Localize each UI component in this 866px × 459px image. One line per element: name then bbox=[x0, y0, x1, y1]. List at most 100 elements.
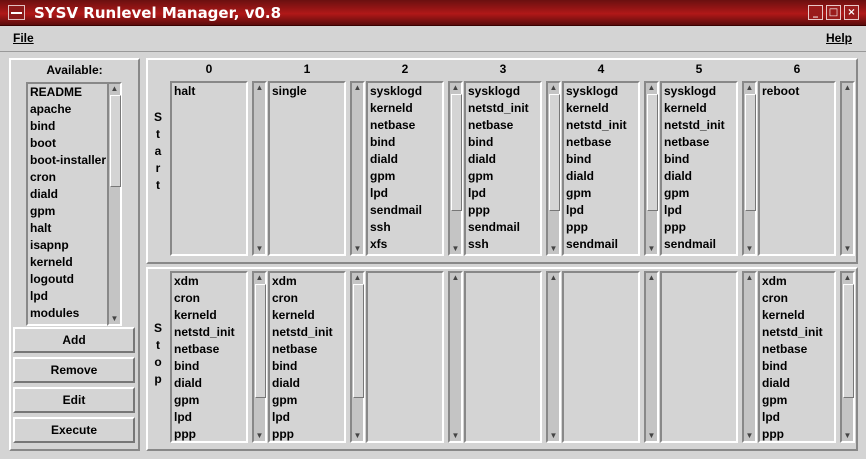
start-item[interactable]: netbase bbox=[468, 117, 538, 134]
stop-item[interactable]: lpd bbox=[272, 409, 342, 426]
start-item[interactable]: reboot bbox=[762, 83, 832, 100]
start-item[interactable]: kerneld bbox=[370, 100, 440, 117]
start-item[interactable]: diald bbox=[370, 151, 440, 168]
stop-item[interactable]: diald bbox=[762, 375, 832, 392]
stop-item[interactable]: netstd_init bbox=[762, 324, 832, 341]
start-list-runlevel-1[interactable]: single bbox=[268, 81, 346, 256]
scroll-up-icon[interactable]: ▲ bbox=[745, 83, 754, 93]
scroll-down-icon[interactable]: ▼ bbox=[745, 244, 754, 254]
stop-item[interactable]: diald bbox=[272, 375, 342, 392]
stop-list-runlevel-6[interactable]: xdm cron kerneld netstd_init netbase bind dial… bbox=[758, 271, 836, 443]
stop-scrollbar-runlevel-0[interactable]: ▲ ▼ bbox=[252, 271, 267, 443]
start-item[interactable]: kerneld bbox=[566, 100, 636, 117]
stop-item[interactable]: cron bbox=[762, 290, 832, 307]
scroll-up-icon[interactable]: ▲ bbox=[255, 83, 264, 93]
start-item[interactable]: kerneld bbox=[664, 100, 734, 117]
menu-file[interactable]: File bbox=[13, 31, 34, 45]
add-button[interactable]: Add bbox=[13, 327, 135, 353]
stop-item[interactable]: lpd bbox=[762, 409, 832, 426]
start-item[interactable]: lpd bbox=[566, 202, 636, 219]
available-scrollbar[interactable]: ▲ ▼ bbox=[107, 82, 122, 326]
stop-scrollbar-runlevel-3[interactable]: ▲ ▼ bbox=[546, 271, 561, 443]
start-item[interactable]: diald bbox=[664, 168, 734, 185]
stop-item[interactable]: bind bbox=[174, 358, 244, 375]
scroll-thumb[interactable] bbox=[745, 94, 756, 211]
scroll-down-icon[interactable]: ▼ bbox=[549, 431, 558, 441]
start-item[interactable]: sendmail bbox=[566, 236, 636, 253]
scroll-up-icon[interactable]: ▲ bbox=[647, 273, 656, 283]
start-item[interactable]: single bbox=[272, 83, 342, 100]
stop-item[interactable]: kerneld bbox=[272, 307, 342, 324]
start-item[interactable]: gpm bbox=[566, 185, 636, 202]
start-list-runlevel-6[interactable]: reboot bbox=[758, 81, 836, 256]
start-item[interactable]: netbase bbox=[370, 117, 440, 134]
available-item[interactable]: isapnp bbox=[30, 237, 114, 254]
stop-item[interactable]: xdm bbox=[762, 273, 832, 290]
stop-item[interactable]: ppp bbox=[272, 426, 342, 441]
menu-help[interactable]: Help bbox=[826, 31, 852, 45]
scroll-down-icon[interactable]: ▼ bbox=[647, 431, 656, 441]
start-item[interactable]: sysklogd bbox=[468, 83, 538, 100]
stop-item[interactable]: lpd bbox=[174, 409, 244, 426]
stop-item[interactable]: netstd_init bbox=[272, 324, 342, 341]
start-item[interactable]: gpm bbox=[468, 168, 538, 185]
start-item[interactable]: xfs bbox=[370, 236, 440, 253]
available-item[interactable]: cron bbox=[30, 169, 114, 186]
minimize-icon[interactable]: _ bbox=[808, 5, 823, 20]
scroll-down-icon[interactable]: ▼ bbox=[843, 244, 852, 254]
scroll-down-icon[interactable]: ▼ bbox=[843, 431, 852, 441]
available-item[interactable]: lpd bbox=[30, 288, 114, 305]
scroll-down-icon[interactable]: ▼ bbox=[549, 244, 558, 254]
start-item[interactable]: sendmail bbox=[468, 219, 538, 236]
execute-button[interactable]: Execute bbox=[13, 417, 135, 443]
stop-list-runlevel-5[interactable] bbox=[660, 271, 738, 443]
start-item[interactable]: bind bbox=[566, 151, 636, 168]
start-item[interactable]: bind bbox=[370, 134, 440, 151]
start-list-runlevel-5[interactable]: sysklogd kerneld netstd_init netbase bind dia… bbox=[660, 81, 738, 256]
available-item[interactable]: modules bbox=[30, 305, 114, 322]
available-item[interactable]: logoutd bbox=[30, 271, 114, 288]
scroll-thumb[interactable] bbox=[647, 94, 658, 211]
scroll-down-icon[interactable]: ▼ bbox=[451, 431, 460, 441]
scroll-up-icon[interactable]: ▲ bbox=[353, 83, 362, 93]
stop-list-runlevel-2[interactable] bbox=[366, 271, 444, 443]
scroll-thumb[interactable] bbox=[549, 94, 560, 211]
start-list-runlevel-3[interactable]: sysklogd netstd_init netbase bind diald gpm lp… bbox=[464, 81, 542, 256]
available-item[interactable]: README bbox=[30, 84, 114, 101]
start-item[interactable]: sendmail bbox=[370, 202, 440, 219]
start-item[interactable]: netstd_init bbox=[566, 117, 636, 134]
stop-item[interactable]: cron bbox=[174, 290, 244, 307]
start-scrollbar-runlevel-3[interactable]: ▲ ▼ bbox=[546, 81, 561, 256]
available-item[interactable]: diald bbox=[30, 186, 114, 203]
stop-item[interactable]: cron bbox=[272, 290, 342, 307]
stop-item[interactable]: netstd_init bbox=[174, 324, 244, 341]
scroll-thumb[interactable] bbox=[353, 284, 364, 398]
start-list-runlevel-2[interactable]: sysklogd kerneld netbase bind diald gpm lpd sen… bbox=[366, 81, 444, 256]
stop-scrollbar-runlevel-4[interactable]: ▲ ▼ bbox=[644, 271, 659, 443]
start-scrollbar-runlevel-6[interactable]: ▲ ▼ bbox=[840, 81, 855, 256]
scroll-down-icon[interactable]: ▼ bbox=[255, 244, 264, 254]
scroll-up-icon[interactable]: ▲ bbox=[549, 273, 558, 283]
start-item[interactable]: ssh bbox=[370, 219, 440, 236]
close-icon[interactable]: × bbox=[844, 5, 859, 20]
stop-item[interactable]: ppp bbox=[174, 426, 244, 441]
available-item[interactable]: kerneld bbox=[30, 254, 114, 271]
stop-item[interactable]: diald bbox=[174, 375, 244, 392]
scroll-down-icon[interactable]: ▼ bbox=[745, 431, 754, 441]
scroll-thumb[interactable] bbox=[110, 95, 121, 187]
available-item[interactable]: boot-installer bbox=[30, 152, 114, 169]
stop-item[interactable]: kerneld bbox=[762, 307, 832, 324]
stop-list-runlevel-0[interactable]: xdm cron kerneld netstd_init netbase bind dial… bbox=[170, 271, 248, 443]
start-item[interactable]: sendmail bbox=[664, 236, 734, 253]
start-list-runlevel-0[interactable]: halt bbox=[170, 81, 248, 256]
stop-item[interactable]: gpm bbox=[272, 392, 342, 409]
maximize-icon[interactable]: □ bbox=[826, 5, 841, 20]
stop-item[interactable]: netbase bbox=[762, 341, 832, 358]
stop-scrollbar-runlevel-5[interactable]: ▲ ▼ bbox=[742, 271, 757, 443]
start-item[interactable]: diald bbox=[566, 168, 636, 185]
scroll-up-icon[interactable]: ▲ bbox=[843, 273, 852, 283]
stop-list-runlevel-3[interactable] bbox=[464, 271, 542, 443]
stop-item[interactable]: kerneld bbox=[174, 307, 244, 324]
scroll-up-icon[interactable]: ▲ bbox=[110, 84, 119, 94]
start-item[interactable]: sysklogd bbox=[370, 83, 440, 100]
